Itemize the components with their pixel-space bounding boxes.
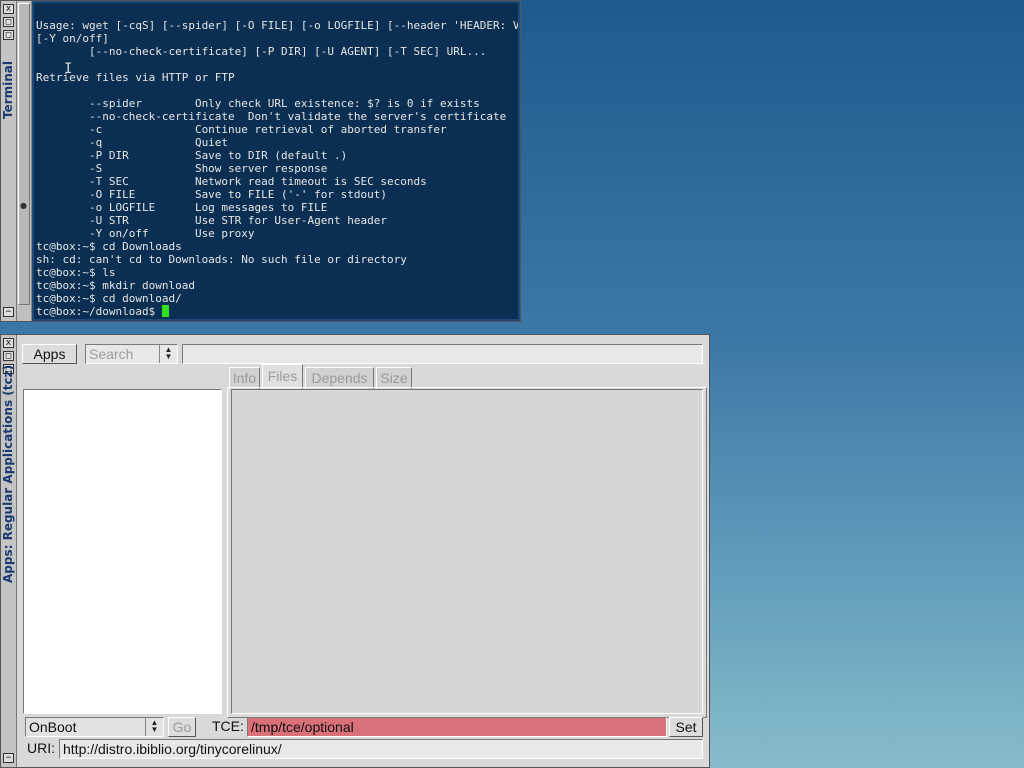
set-button[interactable]: Set — [669, 717, 703, 737]
apps-menu-button[interactable]: Apps — [22, 344, 77, 364]
apps-content: Apps Search ▲ ▼ Info Files Depends Size O… — [17, 335, 709, 767]
close-icon[interactable]: x — [3, 4, 14, 14]
terminal-line: tc@box:~$ ls — [36, 266, 116, 279]
tab-depends[interactable]: Depends — [305, 367, 374, 389]
uri-label: URI: — [27, 740, 55, 756]
terminal-line: Retrieve files via HTTP or FTP — [36, 71, 235, 84]
text-cursor-icon: I — [64, 61, 73, 77]
terminal-line: -P DIR Save to DIR (default .) — [36, 149, 348, 162]
search-input[interactable] — [182, 344, 703, 364]
terminal-line: -U STR Use STR for User-Agent header — [36, 214, 387, 227]
terminal-line: -O FILE Save to FILE ('-' for stdout) — [36, 188, 387, 201]
terminal-output[interactable]: Usage: wget [-cqS] [--spider] [-O FILE] … — [32, 1, 520, 321]
search-mode-value: Search — [89, 346, 134, 362]
iconify-icon[interactable]: □ — [3, 30, 14, 40]
terminal-line: tc@box:~$ cd download/ — [36, 292, 182, 305]
files-panel[interactable] — [231, 389, 703, 714]
apps-title: Apps: Regular Applications (tcz) — [1, 364, 15, 583]
terminal-line: tc@box:~$ mkdir download — [36, 279, 195, 292]
terminal-line: --no-check-certificate Don't validate th… — [36, 110, 507, 123]
terminal-line: --spider Only check URL existence: $? is… — [36, 97, 480, 110]
maximize-icon[interactable]: □ — [3, 17, 14, 27]
terminal-line: sh: cd: can't cd to Downloads: No such f… — [36, 253, 407, 266]
close-icon[interactable]: x — [3, 338, 14, 348]
tab-files[interactable]: Files — [262, 364, 303, 389]
terminal-line: [--no-check-certificate] [-P DIR] [-U AG… — [36, 45, 487, 58]
terminal-line: -c Continue retrieval of aborted transfe… — [36, 123, 447, 136]
terminal-scrollbar[interactable]: ● — [17, 1, 32, 321]
tce-directory-field[interactable]: /tmp/tce/optional — [247, 717, 667, 737]
terminal-titlebar[interactable]: x □ □ Terminal − — [1, 1, 17, 321]
terminal-line: -q Quiet — [36, 136, 229, 149]
tab-info[interactable]: Info — [229, 367, 260, 389]
terminal-line: -Y on/off Use proxy — [36, 227, 255, 240]
terminal-line: [-Y on/off] — [36, 32, 109, 45]
shade-icon[interactable]: − — [3, 307, 14, 317]
spinner-arrows-icon[interactable]: ▲ ▼ — [159, 345, 177, 363]
terminal-text: Usage: wget [-cqS] [--spider] [-O FILE] … — [36, 19, 520, 318]
apps-titlebar[interactable]: x □ □ Apps: Regular Applications (tcz) − — [1, 335, 17, 767]
terminal-title: Terminal — [1, 60, 15, 119]
terminal-line: tc@box:~$ cd Downloads — [36, 240, 182, 253]
tce-label: TCE: — [212, 718, 244, 734]
shade-icon[interactable]: − — [3, 753, 14, 763]
search-mode-select[interactable]: Search ▲ ▼ — [85, 344, 178, 364]
app-list[interactable] — [23, 389, 222, 714]
tab-size[interactable]: Size — [376, 367, 412, 389]
terminal-line: tc@box:~/download$ — [36, 305, 518, 318]
terminal-line: Usage: wget [-cqS] [--spider] [-O FILE] … — [36, 19, 520, 32]
terminal-line: -o LOGFILE Log messages to FILE — [36, 201, 328, 214]
scroll-grip-icon: ● — [20, 201, 27, 210]
onboot-value: OnBoot — [29, 719, 77, 735]
onboot-select[interactable]: OnBoot ▲ ▼ — [25, 717, 164, 737]
spinner-arrows-icon[interactable]: ▲ ▼ — [145, 718, 163, 736]
maximize-icon[interactable]: □ — [3, 351, 14, 361]
terminal-window: x □ □ Terminal − ● Usage: wget [-cqS] [-… — [0, 0, 521, 322]
terminal-cursor — [161, 305, 169, 317]
uri-field[interactable]: http://distro.ibiblio.org/tinycorelinux/ — [59, 739, 703, 759]
apps-window: x □ □ Apps: Regular Applications (tcz) −… — [0, 334, 710, 768]
terminal-line: -T SEC Network read timeout is SEC secon… — [36, 175, 427, 188]
terminal-line: -S Show server response — [36, 162, 328, 175]
go-button[interactable]: Go — [168, 717, 196, 737]
scrollbar-thumb[interactable] — [18, 3, 30, 305]
